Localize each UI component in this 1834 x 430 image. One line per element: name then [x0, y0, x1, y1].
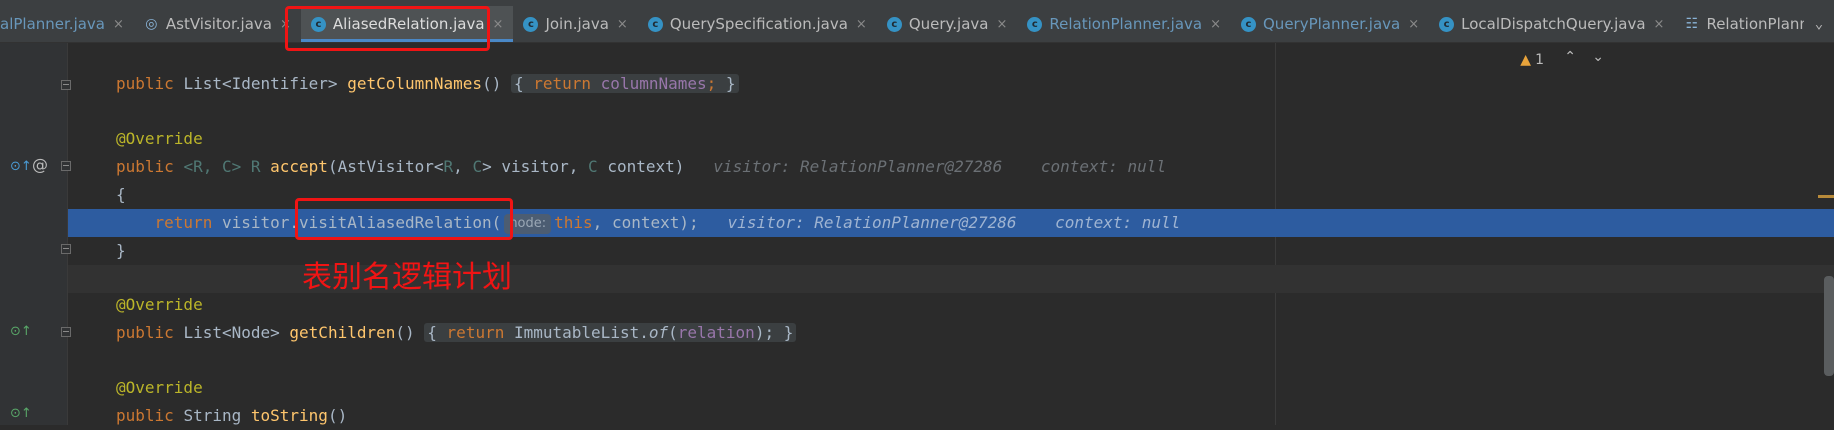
code-line: @Override	[116, 378, 203, 397]
code-line: {	[116, 185, 126, 204]
close-icon[interactable]: ×	[113, 17, 124, 32]
tab-label: QuerySpecification.java	[669, 15, 848, 33]
tab-aliasedrelation[interactable]: c AliasedRelation.java ×	[300, 6, 514, 42]
class-icon: c	[1241, 16, 1256, 32]
tab-label: QueryPlanner.java	[1263, 15, 1401, 33]
close-icon[interactable]: ×	[280, 17, 291, 32]
debug-value-hint: context: null	[1055, 213, 1181, 232]
code-line: public String toString()	[116, 406, 348, 425]
inspection-widget[interactable]: ▲ 1	[1520, 52, 1544, 68]
tab-queryspecification[interactable]: c QuerySpecification.java ×	[638, 6, 877, 42]
tab-localdispatchquery[interactable]: c LocalDispatchQuery.java ×	[1429, 6, 1674, 42]
class-icon: c	[1439, 16, 1455, 32]
class-icon: c	[1027, 16, 1043, 32]
warning-count: 1	[1535, 52, 1544, 68]
annotation-label: 表别名逻辑计划	[302, 260, 512, 295]
close-icon[interactable]: ×	[617, 17, 628, 32]
override-icon[interactable]: ⊙↑	[10, 159, 32, 174]
implements-icon[interactable]: ⊙↑	[10, 324, 32, 339]
editor-tab-bar: alPlanner.java × ◎ AstVisitor.java × c A…	[0, 6, 1834, 43]
editor-gutter	[0, 43, 68, 425]
tab-label: alPlanner.java	[0, 15, 105, 33]
at-icon[interactable]: @	[32, 155, 48, 174]
class-icon: c	[647, 16, 663, 32]
tab-alplanner[interactable]: alPlanner.java ×	[0, 6, 134, 42]
tab-queryplanner[interactable]: c QueryPlanner.java ×	[1231, 6, 1429, 42]
close-icon[interactable]: ×	[1210, 17, 1221, 32]
tab-label: Join.java	[545, 15, 609, 33]
close-icon[interactable]: ×	[856, 17, 867, 32]
error-stripe-mark[interactable]	[1818, 195, 1834, 198]
chevron-up-icon[interactable]: ⌃	[1564, 49, 1576, 65]
tab-relationplanner[interactable]: c RelationPlanner.java ×	[1017, 6, 1231, 42]
tab-label: LocalDispatchQuery.java	[1461, 15, 1646, 33]
code-line: @Override	[116, 129, 203, 148]
code-line: public <R, C> R accept(AstVisitor<R, C> …	[116, 157, 1167, 176]
close-icon[interactable]: ×	[1654, 17, 1665, 32]
code-editor[interactable]: public List<Identifier> getColumnNames()…	[68, 43, 1834, 425]
debug-value-hint: visitor: RelationPlanner@27286	[713, 157, 1003, 176]
class-icon: c	[523, 16, 539, 32]
tab-join[interactable]: c Join.java ×	[513, 6, 637, 42]
close-icon[interactable]: ×	[1408, 17, 1419, 32]
code-line: public List<Identifier> getColumnNames()…	[68, 70, 1834, 98]
tab-astvisitor[interactable]: ◎ AstVisitor.java ×	[134, 6, 301, 42]
debug-value-hint: visitor: RelationPlanner@27286	[727, 213, 1017, 232]
code-line: public List<Node> getChildren() { return…	[68, 319, 1834, 347]
tab-label: RelationPlanner.java	[1049, 15, 1203, 33]
debug-value-hint: context: null	[1040, 157, 1167, 176]
execution-line: return visitor.visitAliasedRelation(node…	[68, 209, 1834, 237]
tab-label: Query.java	[908, 15, 989, 33]
class-icon: c	[310, 16, 326, 32]
close-icon[interactable]: ×	[996, 17, 1007, 32]
param-name-hint: node:	[504, 214, 552, 234]
class-icon: c	[886, 16, 902, 32]
chevron-down-icon[interactable]: ⌄	[1592, 49, 1604, 65]
chevron-down-icon[interactable]: ⌄	[1804, 6, 1834, 42]
tab-label: AliasedRelation.java	[332, 15, 485, 33]
tab-query[interactable]: c Query.java ×	[877, 6, 1018, 42]
tab-label: AstVisitor.java	[165, 15, 272, 33]
implements-icon[interactable]: ⊙↑	[10, 406, 32, 421]
structure-icon: ☷	[1685, 16, 1699, 32]
warning-triangle-icon: ▲	[1520, 52, 1532, 68]
structure-class-icon: ◎	[145, 16, 158, 32]
vertical-scrollbar[interactable]	[1824, 276, 1834, 376]
close-icon[interactable]: ×	[493, 17, 504, 32]
